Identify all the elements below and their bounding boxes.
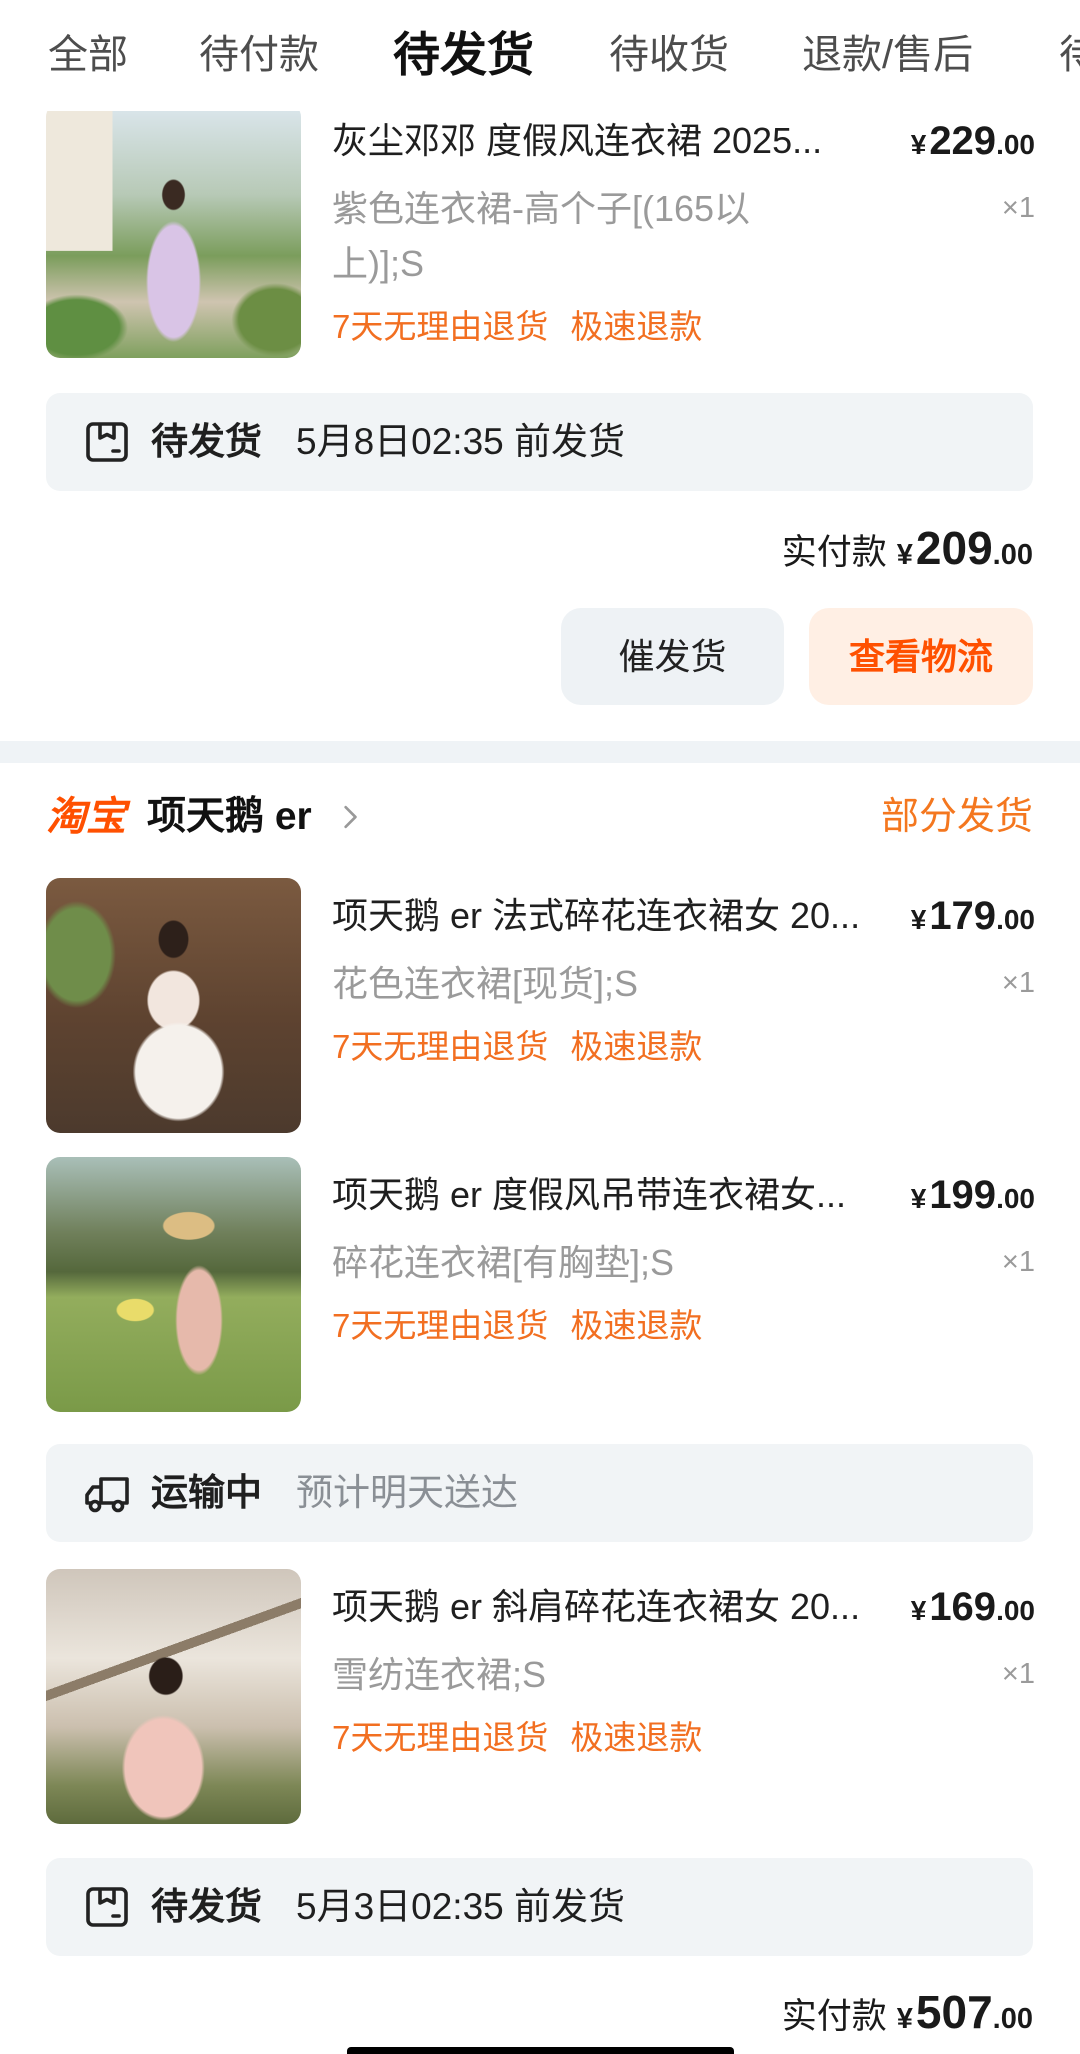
item-price: ¥199.00	[911, 1171, 1035, 1219]
service-tag: 极速退款	[570, 1028, 703, 1065]
payment-total: 实付款 ¥209.00	[782, 518, 1033, 578]
product-variant: 雪纺连衣裙;S	[332, 1654, 547, 1695]
tab-pending-payment[interactable]: 待付款	[199, 25, 319, 85]
price-decimal: .00	[996, 1595, 1035, 1626]
urge-shipment-button[interactable]: 催发货	[561, 608, 784, 705]
chevron-right-icon	[344, 805, 357, 829]
payment-label: 实付款	[781, 533, 887, 572]
order-item[interactable]: 项天鹅 er 法式碎花连衣裙女 20... 花色连衣裙[现货];S 7天无理由退…	[0, 878, 1080, 1133]
price-decimal: .00	[996, 904, 1035, 935]
order-status-tabs: 全部 待付款 待发货 待收货 退款/售后 待	[0, 0, 1080, 111]
item-quantity: ×1	[1001, 967, 1035, 999]
total-decimal: .00	[992, 539, 1033, 571]
shipment-status: 待发货	[151, 1886, 262, 1927]
tab-all[interactable]: 全部	[48, 25, 128, 85]
product-variant: 花色连衣裙[现货];S	[332, 963, 639, 1004]
service-tag: 7天无理由退货	[332, 1719, 549, 1756]
product-info: 项天鹅 er 度假风吊带连衣裙女... 碎花连衣裙[有胸垫];S 7天无理由退货…	[332, 1171, 892, 1348]
service-tags: 7天无理由退货 极速退款	[332, 305, 892, 349]
order-item[interactable]: 灰尘邓邓 度假风连衣裙 2025... 紫色连衣裙-高个子[(165以上)];S…	[0, 103, 1080, 358]
currency-symbol: ¥	[910, 904, 927, 935]
item-quantity: ×1	[1001, 192, 1035, 224]
shipment-status: 待发货	[151, 421, 262, 462]
tab-overflow[interactable]: 待	[1059, 25, 1080, 85]
shipment-deadline: 5月3日02:35 前发货	[296, 1886, 626, 1927]
order-list-page: 全部 待付款 待发货 待收货 退款/售后 待 灰尘邓邓 度假风连衣裙 2025.…	[0, 0, 1080, 2054]
product-image[interactable]	[46, 103, 301, 358]
product-info: 灰尘邓邓 度假风连衣裙 2025... 紫色连衣裙-高个子[(165以上)];S…	[332, 117, 892, 349]
tab-pending-receipt[interactable]: 待收货	[609, 25, 729, 85]
shop-link[interactable]: 项天鹅 er	[147, 792, 367, 842]
tab-pending-shipment[interactable]: 待发货	[393, 25, 534, 85]
package-icon	[86, 1887, 128, 1927]
product-image[interactable]	[46, 1569, 301, 1824]
truck-icon	[85, 1477, 129, 1513]
product-title: 灰尘邓邓 度假风连衣裙 2025...	[332, 120, 823, 161]
total-integer: 507	[915, 1986, 993, 2038]
order-item[interactable]: 项天鹅 er 斜肩碎花连衣裙女 20... 雪纺连衣裙;S 7天无理由退货 极速退…	[0, 1569, 1080, 1824]
shipment-status: 运输中	[151, 1472, 262, 1513]
payment-label: 实付款	[781, 1997, 887, 2036]
order-separator	[0, 741, 1080, 763]
item-price: ¥179.00	[911, 892, 1035, 940]
item-quantity: ×1	[1001, 1246, 1035, 1278]
product-title: 项天鹅 er 度假风吊带连衣裙女...	[332, 1174, 847, 1215]
tab-refund-aftersale[interactable]: 退款/售后	[802, 25, 973, 85]
service-tags: 7天无理由退货 极速退款	[332, 1025, 892, 1069]
view-logistics-button[interactable]: 查看物流	[809, 608, 1033, 705]
shop-name: 项天鹅 er	[147, 795, 312, 838]
product-title: 项天鹅 er 法式碎花连衣裙女 20...	[332, 895, 861, 936]
service-tag: 7天无理由退货	[332, 308, 549, 345]
price-integer: 169	[929, 1585, 997, 1629]
delivery-estimate: 预计明天送达	[296, 1472, 518, 1513]
price-integer: 199	[929, 1173, 997, 1217]
currency-symbol: ¥	[910, 1183, 927, 1214]
shop-header: 淘宝 项天鹅 er 部分发货	[0, 792, 1080, 842]
service-tag: 7天无理由退货	[332, 1028, 549, 1065]
shipment-status-box[interactable]: 待发货 5月8日02:35 前发货	[46, 393, 1033, 491]
taobao-logo: 淘宝	[46, 795, 126, 839]
home-indicator	[347, 2047, 734, 2054]
total-decimal: .00	[992, 2003, 1033, 2035]
shipment-deadline: 5月8日02:35 前发货	[296, 421, 626, 462]
price-decimal: .00	[996, 129, 1035, 160]
shipment-status-box[interactable]: 待发货 5月3日02:35 前发货	[46, 1858, 1033, 1956]
service-tag: 7天无理由退货	[332, 1307, 549, 1344]
price-integer: 179	[929, 894, 997, 938]
product-title: 项天鹅 er 斜肩碎花连衣裙女 20...	[332, 1586, 861, 1627]
currency-symbol: ¥	[910, 129, 927, 160]
item-quantity: ×1	[1001, 1658, 1035, 1690]
item-price: ¥169.00	[911, 1583, 1035, 1631]
price-integer: 229	[929, 119, 997, 163]
package-icon	[86, 422, 128, 462]
service-tag: 极速退款	[570, 1307, 703, 1344]
shipment-status-box[interactable]: 运输中 预计明天送达	[46, 1444, 1033, 1542]
product-image[interactable]	[46, 1157, 301, 1412]
total-integer: 209	[915, 522, 993, 574]
currency-symbol: ¥	[910, 1595, 927, 1626]
order-status: 部分发货	[880, 796, 1033, 838]
service-tags: 7天无理由退货 极速退款	[332, 1304, 892, 1348]
order-item[interactable]: 项天鹅 er 度假风吊带连衣裙女... 碎花连衣裙[有胸垫];S 7天无理由退货…	[0, 1157, 1080, 1412]
service-tag: 极速退款	[570, 1719, 703, 1756]
currency-symbol: ¥	[896, 2003, 913, 2035]
currency-symbol: ¥	[896, 539, 913, 571]
product-info: 项天鹅 er 法式碎花连衣裙女 20... 花色连衣裙[现货];S 7天无理由退…	[332, 892, 892, 1069]
product-variant: 碎花连衣裙[有胸垫];S	[332, 1242, 675, 1283]
service-tags: 7天无理由退货 极速退款	[332, 1716, 892, 1760]
product-image[interactable]	[46, 878, 301, 1133]
product-variant: 紫色连衣裙-高个子[(165以上)];S	[332, 188, 751, 284]
payment-total: 实付款 ¥507.00	[782, 1982, 1033, 2042]
item-price: ¥229.00	[911, 117, 1035, 165]
product-info: 项天鹅 er 斜肩碎花连衣裙女 20... 雪纺连衣裙;S 7天无理由退货 极速退…	[332, 1583, 892, 1760]
price-decimal: .00	[996, 1183, 1035, 1214]
service-tag: 极速退款	[570, 308, 703, 345]
